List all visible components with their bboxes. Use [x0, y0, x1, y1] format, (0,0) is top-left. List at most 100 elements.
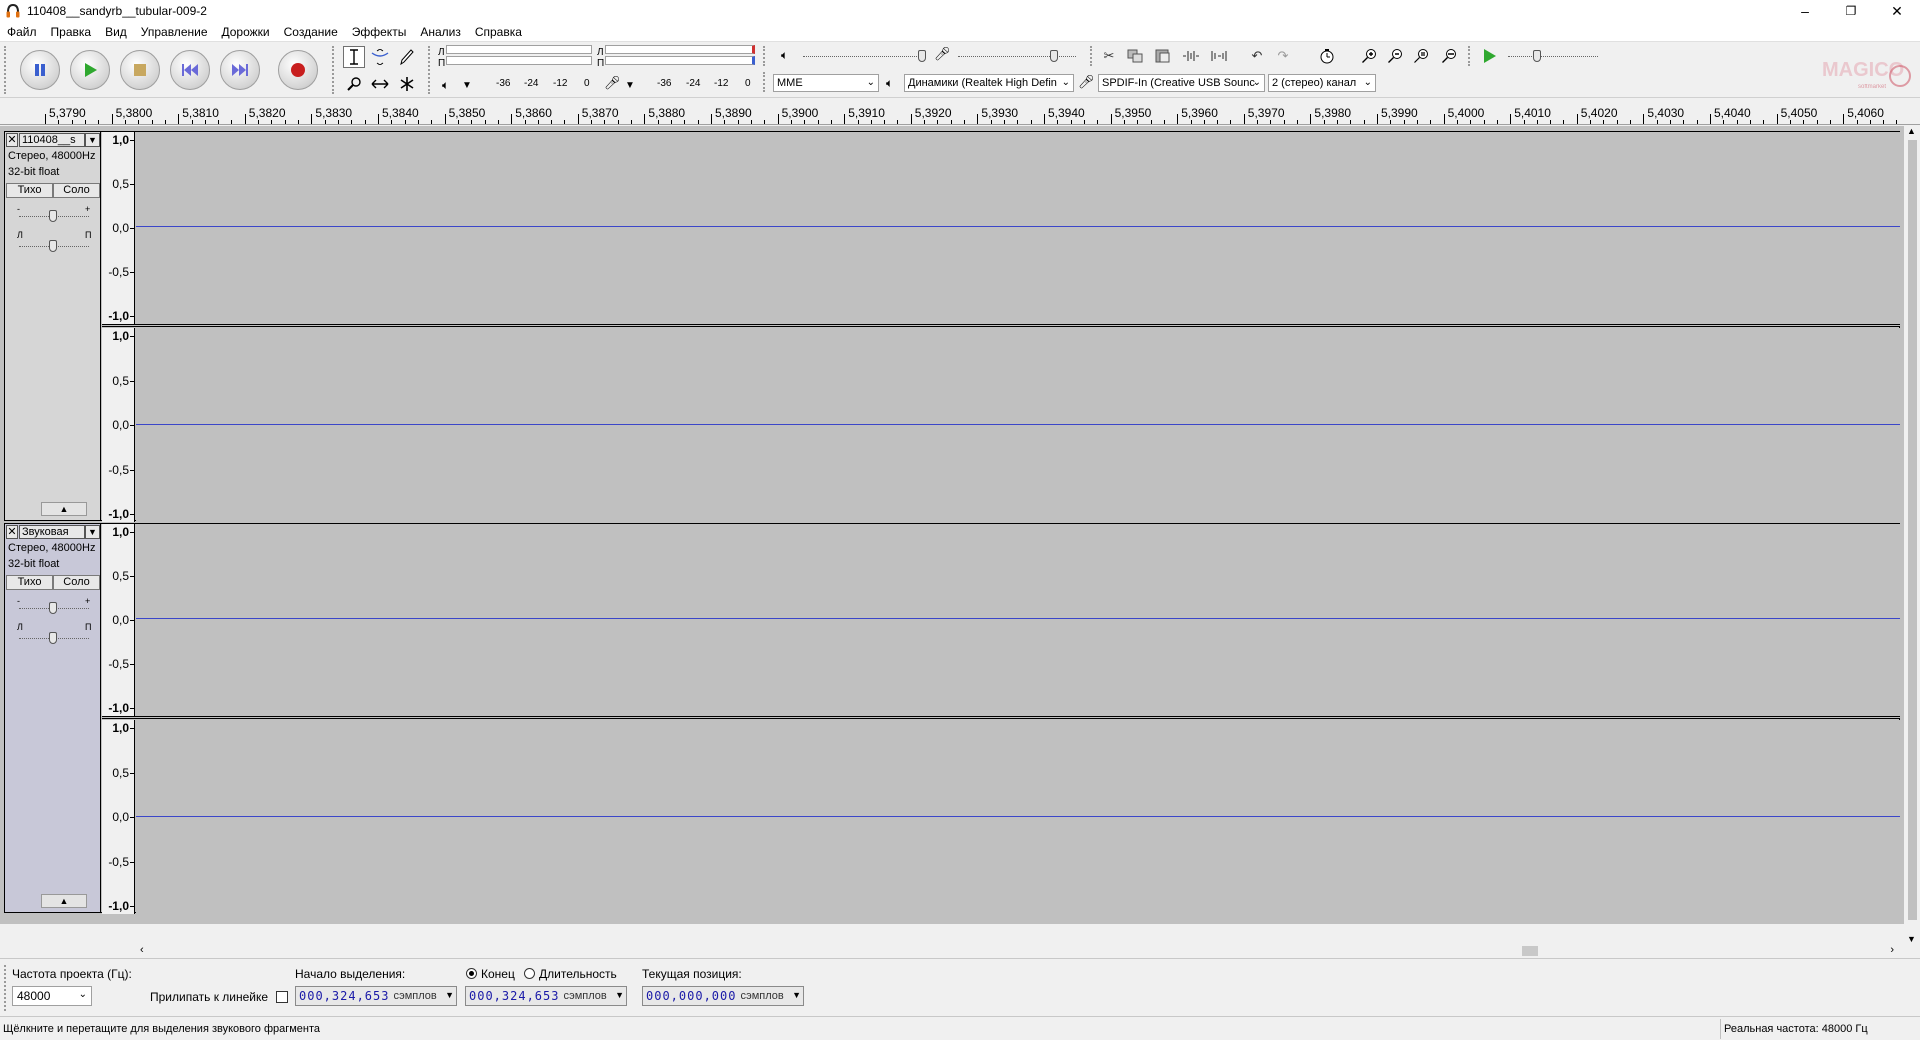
redo-button[interactable]: ↷ [1272, 45, 1294, 67]
play-speed-slider[interactable] [1508, 56, 1598, 57]
close-button[interactable]: ✕ [1874, 0, 1920, 22]
rec-meter-dropdown-icon[interactable]: ▼ [625, 80, 635, 91]
time-shift-tool[interactable] [369, 73, 391, 95]
track-name-button[interactable]: Звуковая [19, 525, 85, 539]
menu-edit[interactable]: Правка [51, 25, 92, 39]
sync-lock-button[interactable] [1316, 45, 1338, 67]
selection-start-time[interactable]: 000,324,653 сэмплов ▼ [295, 986, 457, 1006]
pan-slider-thumb[interactable] [49, 632, 57, 644]
menu-analyze[interactable]: Анализ [420, 25, 461, 39]
track-name-button[interactable]: 110408__s [19, 133, 85, 147]
waveform-left-channel[interactable] [136, 132, 1900, 324]
horizontal-scroll-thumb[interactable] [1522, 946, 1538, 956]
recording-volume-thumb[interactable] [1050, 50, 1058, 62]
track-panel[interactable]: ✕ 110408__s ▼ Стерео, 48000Hz 32-bit flo… [0, 126, 1904, 924]
audio-host-select[interactable]: MME ⌄ [773, 74, 879, 92]
selection-toolbar-grip[interactable] [4, 965, 10, 1011]
scroll-down-icon[interactable]: ▼ [1907, 934, 1916, 944]
gain-slider-thumb[interactable] [49, 210, 57, 222]
menu-file[interactable]: Файл [7, 25, 37, 39]
play-speed-thumb[interactable] [1533, 50, 1541, 62]
collapse-track-button[interactable]: ▲ [41, 894, 87, 908]
meter-grip[interactable] [428, 46, 434, 94]
minimize-button[interactable]: – [1782, 0, 1828, 22]
scroll-right-icon[interactable]: › [1890, 944, 1894, 956]
project-rate-select[interactable]: 48000 ⌄ [12, 986, 92, 1006]
audio-track-2[interactable]: ✕ Звуковая ▼ Стерео, 48000Hz 32-bit floa… [4, 523, 1900, 914]
silence-button[interactable] [1208, 45, 1230, 67]
vertical-ruler-right-channel[interactable]: 1,0 0,5 0,0 -0,5 -1,0 [102, 328, 135, 522]
menu-generate[interactable]: Создание [284, 25, 338, 39]
close-track-button[interactable]: ✕ [6, 133, 18, 147]
mixer-grip[interactable] [763, 46, 769, 66]
playback-volume-thumb[interactable] [918, 50, 926, 62]
solo-button[interactable]: Соло [53, 575, 100, 590]
copy-button[interactable] [1124, 45, 1146, 67]
snap-to-checkbox[interactable] [276, 991, 288, 1003]
paste-button[interactable] [1152, 45, 1174, 67]
skip-to-start-button[interactable] [170, 50, 210, 90]
menu-tracks[interactable]: Дорожки [222, 25, 270, 39]
vertical-ruler-right-channel[interactable]: 1,0 0,5 0,0 -0,5 -1,0 [102, 720, 135, 914]
mute-button[interactable]: Тихо [6, 183, 53, 198]
timeline-ruler[interactable]: 5,3790 5,3800 5,3810 5,3820 5,3830 5,3840 5,38… [0, 101, 1920, 125]
pan-slider-thumb[interactable] [49, 240, 57, 252]
play-meter-left[interactable] [605, 45, 755, 54]
length-radio[interactable] [524, 968, 535, 979]
track-menu-button[interactable]: ▼ [85, 525, 100, 539]
solo-button[interactable]: Соло [53, 183, 100, 198]
channels-select[interactable]: 2 (стерео) канал ⌄ [1268, 74, 1376, 92]
waveform-right-channel[interactable] [136, 328, 1900, 522]
pause-button[interactable] [20, 50, 60, 90]
draw-tool[interactable] [396, 46, 418, 68]
vertical-ruler-left-channel[interactable]: 1,0 0,5 0,0 -0,5 -1,0 [102, 132, 135, 324]
stop-button[interactable] [120, 50, 160, 90]
collapse-track-button[interactable]: ▲ [41, 502, 87, 516]
format-dropdown-icon[interactable]: ▼ [792, 990, 801, 1000]
transport-grip[interactable] [4, 46, 10, 94]
end-radio[interactable] [466, 968, 477, 979]
track-control-panel[interactable]: ✕ Звуковая ▼ Стерео, 48000Hz 32-bit floa… [5, 524, 101, 912]
playback-device-select[interactable]: Динамики (Realtek High Defin ⌄ [904, 74, 1074, 92]
format-dropdown-icon[interactable]: ▼ [615, 990, 624, 1000]
undo-button[interactable]: ↶ [1246, 45, 1268, 67]
menu-view[interactable]: Вид [105, 25, 127, 39]
skip-to-end-button[interactable] [220, 50, 260, 90]
recording-volume-slider[interactable] [958, 56, 1076, 57]
zoom-out-button[interactable] [1384, 45, 1406, 67]
menu-effects[interactable]: Эффекты [352, 25, 407, 39]
cut-button[interactable]: ✂ [1098, 45, 1120, 67]
zoom-tool[interactable] [343, 73, 365, 95]
vertical-scroll-thumb[interactable] [1908, 140, 1917, 920]
horizontal-scrollbar[interactable]: ‹ › [130, 944, 1904, 958]
mute-button[interactable]: Тихо [6, 575, 53, 590]
envelope-tool[interactable] [369, 46, 391, 68]
vertical-ruler-left-channel[interactable]: 1,0 0,5 0,0 -0,5 -1,0 [102, 524, 135, 716]
zoom-in-button[interactable] [1358, 45, 1380, 67]
vertical-scrollbar[interactable]: ▲ ▼ [1904, 126, 1920, 944]
edit-grip[interactable] [1090, 46, 1096, 66]
menu-transport[interactable]: Управление [141, 25, 208, 39]
selection-end-time[interactable]: 000,324,653 сэмплов ▼ [465, 986, 627, 1006]
track-control-panel[interactable]: ✕ 110408__s ▼ Стерео, 48000Hz 32-bit flo… [5, 132, 101, 520]
fit-project-button[interactable] [1438, 45, 1460, 67]
play-meter-right[interactable] [605, 56, 755, 65]
trim-button[interactable] [1180, 45, 1202, 67]
selection-tool[interactable] [343, 46, 365, 68]
maximize-button[interactable]: ❐ [1828, 0, 1874, 22]
record-button[interactable] [278, 50, 318, 90]
play-at-speed-grip[interactable] [1468, 46, 1474, 66]
audio-position-time[interactable]: 000,000,000 сэмплов ▼ [642, 986, 804, 1006]
playback-volume-slider[interactable] [803, 56, 923, 57]
device-grip[interactable] [763, 72, 769, 92]
multi-tool[interactable] [396, 73, 418, 95]
rec-meter-right[interactable] [446, 56, 592, 65]
recording-device-select[interactable]: SPDIF-In (Creative USB Sounc ⌄ [1098, 74, 1265, 92]
format-dropdown-icon[interactable]: ▼ [445, 990, 454, 1000]
menu-help[interactable]: Справка [475, 25, 522, 39]
rec-meter-left[interactable] [446, 45, 592, 54]
audio-track-1[interactable]: ✕ 110408__s ▼ Стерео, 48000Hz 32-bit flo… [4, 131, 1900, 522]
close-track-button[interactable]: ✕ [6, 525, 18, 539]
scroll-left-icon[interactable]: ‹ [140, 944, 144, 956]
play-at-speed-button[interactable] [1478, 45, 1500, 67]
